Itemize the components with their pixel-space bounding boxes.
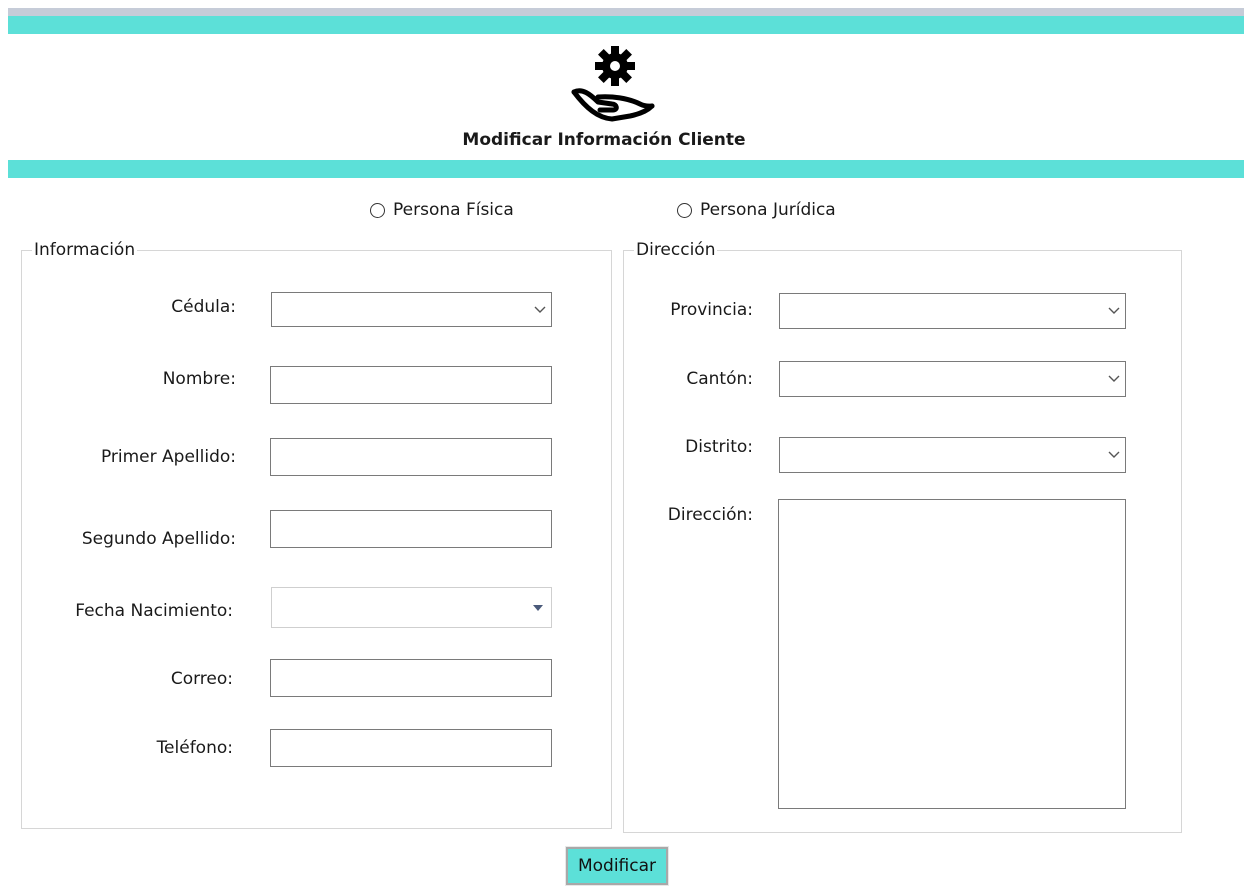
- nombre-label: Nombre:: [162, 369, 236, 389]
- radio-persona-fisica-label: Persona Física: [393, 200, 514, 220]
- cedula-combobox[interactable]: [271, 292, 552, 327]
- hand-gear-icon: [568, 42, 658, 124]
- segundo-apellido-input[interactable]: [270, 510, 552, 548]
- distrito-label: Distrito:: [685, 437, 753, 457]
- radio-circle[interactable]: [370, 202, 385, 218]
- chevron-down-icon[interactable]: [529, 306, 551, 314]
- primer-apellido-input[interactable]: [270, 438, 552, 476]
- primer-apellido-label: Primer Apellido:: [100, 447, 236, 467]
- header-band-top: [8, 16, 1244, 34]
- header-band-bottom: [8, 160, 1244, 178]
- provincia-combobox[interactable]: [779, 293, 1126, 329]
- radio-persona-juridica-label: Persona Jurídica: [700, 200, 836, 220]
- canton-combobox[interactable]: [779, 361, 1126, 397]
- direccion-legend: Dirección: [636, 240, 716, 260]
- telefono-label: Teléfono:: [156, 738, 233, 758]
- fecha-nacimiento-picker[interactable]: [271, 587, 552, 628]
- provincia-label: Provincia:: [670, 300, 753, 320]
- chevron-down-icon[interactable]: [1103, 375, 1125, 383]
- radio-persona-fisica[interactable]: Persona Física: [370, 200, 514, 220]
- correo-label: Correo:: [170, 669, 233, 689]
- caret-down-icon[interactable]: [525, 604, 551, 611]
- correo-input[interactable]: [270, 659, 552, 697]
- segundo-apellido-label: Segundo Apellido:: [81, 529, 236, 549]
- informacion-legend: Información: [34, 240, 136, 260]
- window-top-edge: [0, 0, 1244, 8]
- top-strip: [8, 8, 1244, 16]
- modificar-button[interactable]: Modificar: [565, 846, 669, 886]
- radio-persona-juridica[interactable]: Persona Jurídica: [677, 200, 836, 220]
- chevron-down-icon[interactable]: [1103, 307, 1125, 315]
- canton-label: Cantón:: [686, 369, 753, 389]
- telefono-input[interactable]: [270, 729, 552, 767]
- nombre-input[interactable]: [270, 366, 552, 404]
- distrito-combobox[interactable]: [779, 437, 1126, 473]
- fecha-nacimiento-label: Fecha Nacimiento:: [75, 601, 233, 621]
- chevron-down-icon[interactable]: [1103, 451, 1125, 459]
- page-title: Modificar Información Cliente: [462, 130, 746, 150]
- radio-circle[interactable]: [677, 202, 692, 218]
- direccion-textarea[interactable]: [778, 499, 1126, 809]
- cedula-label: Cédula:: [171, 297, 236, 317]
- direccion-label: Dirección:: [667, 505, 753, 525]
